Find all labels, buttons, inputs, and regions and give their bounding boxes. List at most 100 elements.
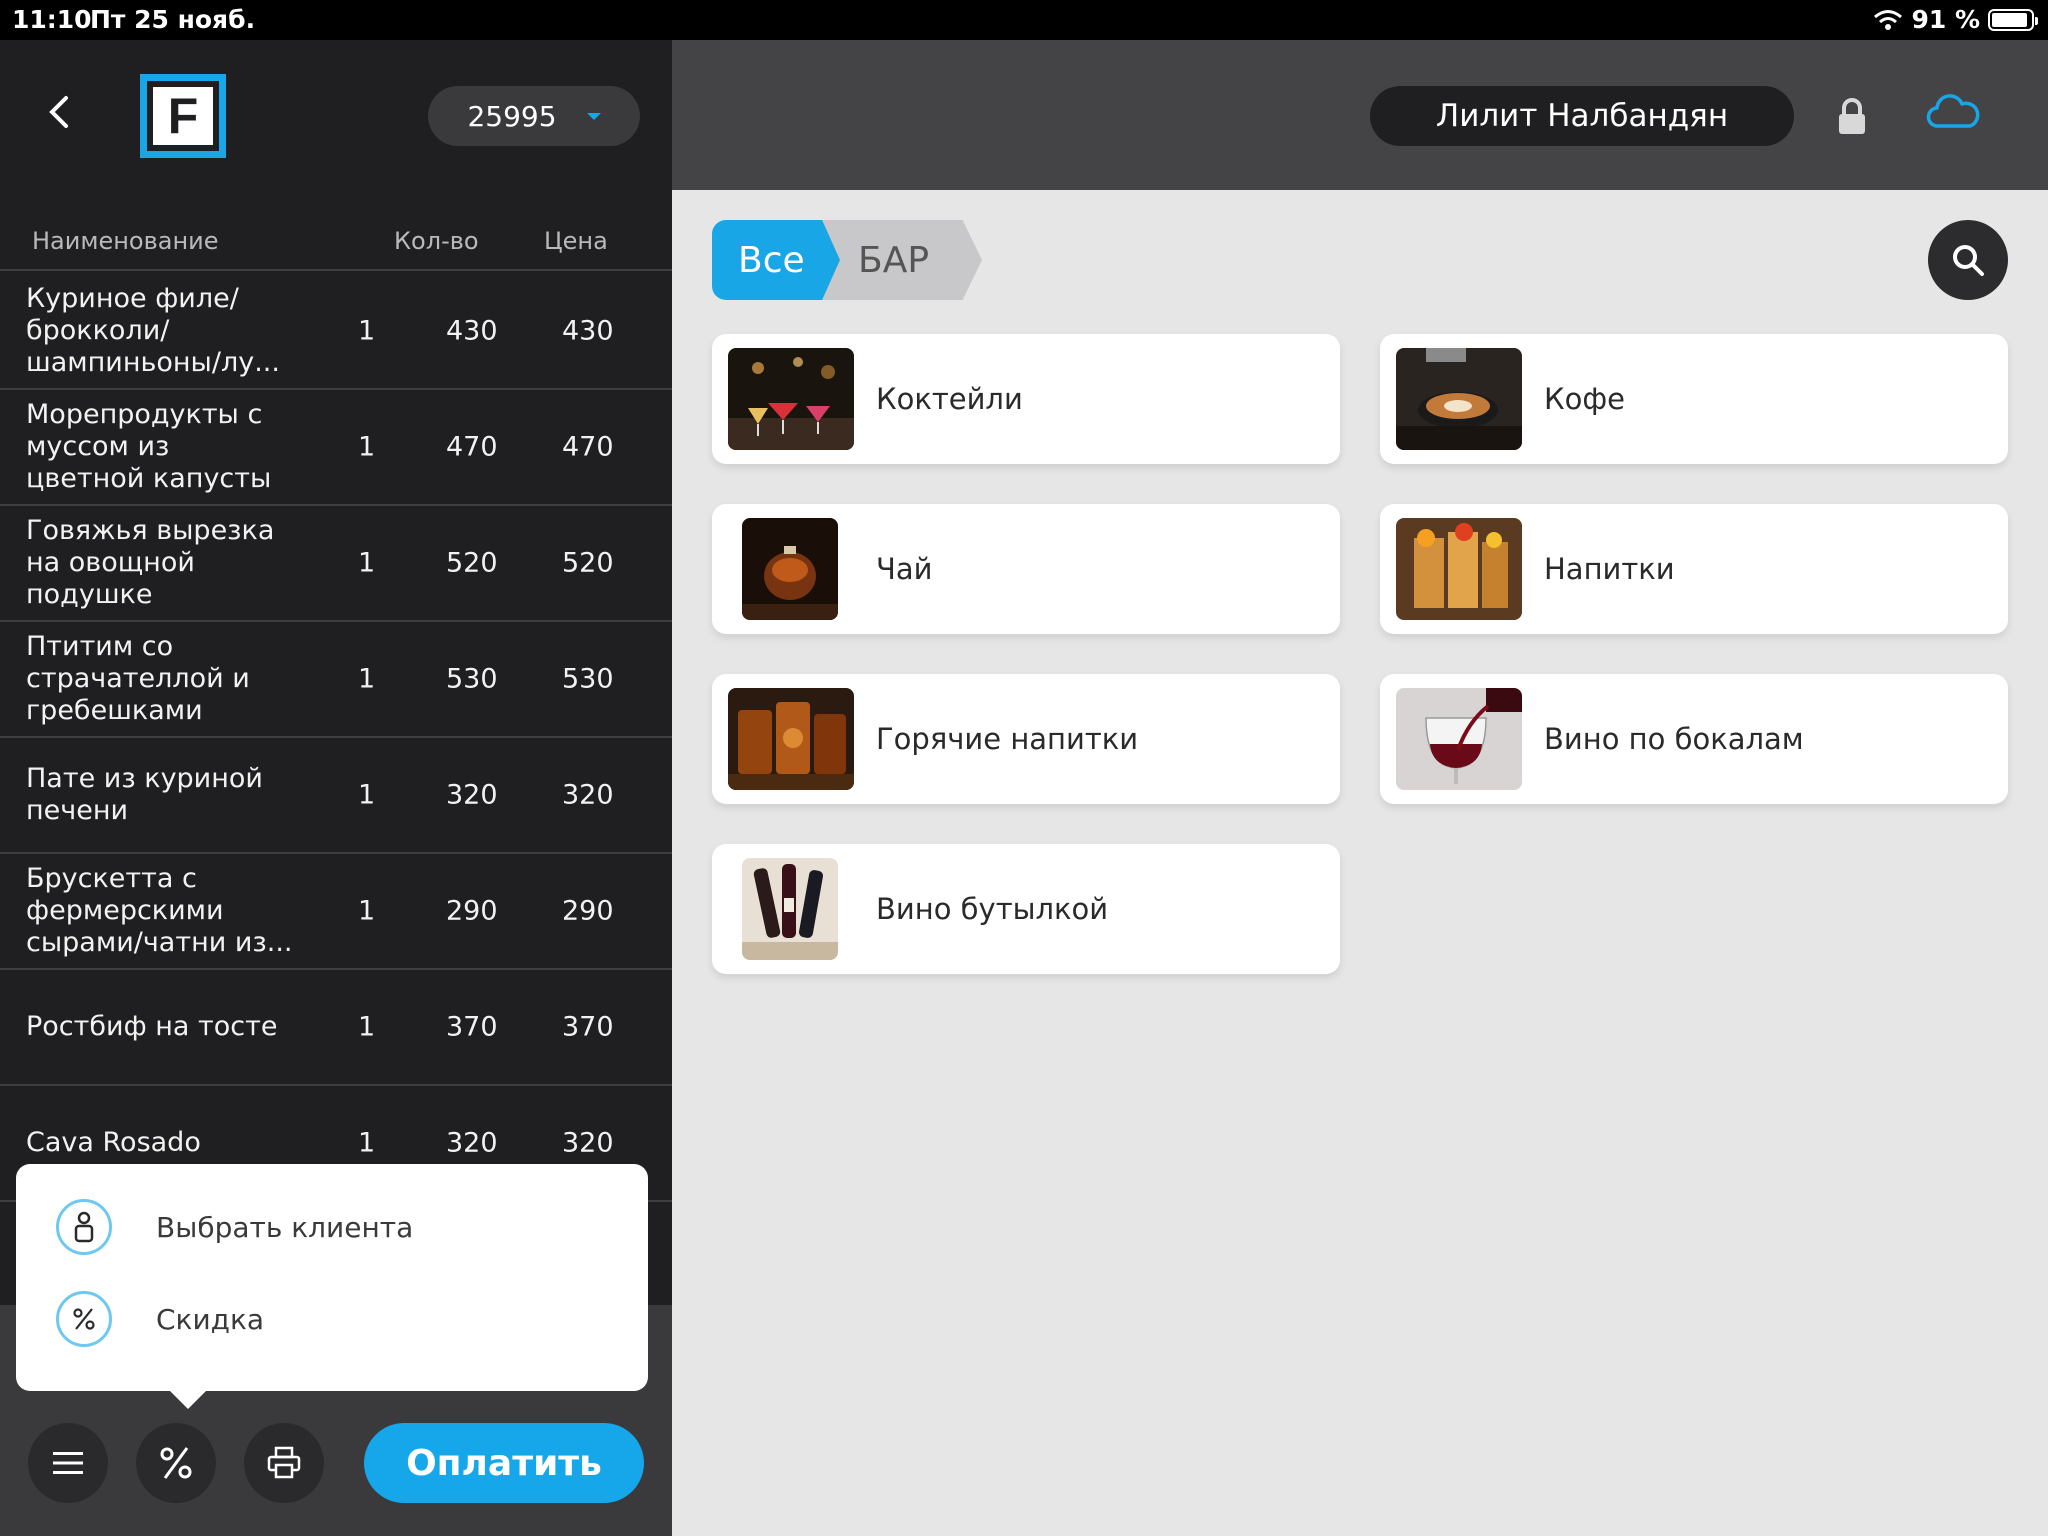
category-label: Кофе bbox=[1544, 382, 1625, 416]
item-name: Брускетта с фермерскими сырами/чатни из.… bbox=[26, 863, 293, 958]
category-label: Вино бутылкой bbox=[876, 892, 1109, 926]
table-row[interactable]: Говяжья вырезка на овощной подушке 1 520… bbox=[0, 506, 672, 622]
table-row[interactable]: Ростбиф на тосте 1 370 370 bbox=[0, 970, 672, 1086]
item-price: 320 bbox=[446, 779, 498, 811]
category-label: Напитки bbox=[1544, 552, 1675, 586]
item-sum: 430 bbox=[562, 315, 614, 347]
cocktails-image bbox=[728, 348, 854, 450]
status-time: 11:10 bbox=[12, 5, 92, 34]
lock-button[interactable] bbox=[1836, 98, 1868, 140]
search-icon bbox=[1953, 245, 1984, 276]
battery-icon bbox=[1988, 8, 2038, 31]
item-qty: 1 bbox=[358, 663, 376, 695]
item-qty: 1 bbox=[358, 547, 376, 579]
status-bar: 11:10 Пт 25 нояб. 91 % bbox=[0, 0, 2048, 40]
category-label: Горячие напитки bbox=[876, 722, 1139, 756]
category-label: Коктейли bbox=[876, 382, 1023, 416]
pay-button[interactable]: Оплатить bbox=[364, 1423, 644, 1503]
item-price: 370 bbox=[446, 1011, 498, 1043]
item-name: Птитим со страчателлой и гребешками bbox=[26, 631, 250, 726]
category-card-drinks[interactable]: Напитки bbox=[1380, 504, 2008, 634]
order-items: Куриное филе/ брокколи/ шампиньоны/лу...… bbox=[0, 274, 672, 1202]
top-bar: Лилит Налбандян bbox=[672, 40, 2048, 190]
drinks-image bbox=[1396, 518, 1522, 620]
category-card-tea[interactable]: Чай bbox=[712, 504, 1340, 634]
item-price: 520 bbox=[446, 547, 498, 579]
header-price: Цена bbox=[544, 227, 608, 255]
wine-bottle-image bbox=[742, 858, 838, 960]
sync-button[interactable] bbox=[1926, 92, 1980, 136]
order-number: 25995 bbox=[467, 99, 557, 133]
chevron-left-icon bbox=[49, 96, 68, 128]
item-qty: 1 bbox=[358, 431, 376, 463]
lock-icon bbox=[1839, 98, 1865, 134]
header-name: Наименование bbox=[32, 227, 219, 255]
item-qty: 1 bbox=[358, 315, 376, 347]
popup-item-discount[interactable]: Скидка bbox=[16, 1279, 648, 1359]
category-card-wine-by-bottle[interactable]: Вино бутылкой bbox=[712, 844, 1340, 974]
menu-button[interactable] bbox=[28, 1423, 108, 1503]
discount-menu-button[interactable] bbox=[136, 1423, 216, 1503]
item-qty: 1 bbox=[358, 1127, 376, 1159]
item-qty: 1 bbox=[358, 1011, 376, 1043]
order-number-select[interactable]: 25995 bbox=[428, 86, 640, 146]
item-name: Cava Rosado bbox=[26, 1127, 201, 1158]
item-price: 530 bbox=[446, 663, 498, 695]
search-button[interactable] bbox=[1928, 220, 2008, 300]
category-label: Чай bbox=[876, 552, 933, 586]
item-name: Куриное филе/ брокколи/ шампиньоны/лу... bbox=[26, 283, 280, 378]
wine-glass-image bbox=[1396, 688, 1522, 790]
category-card-cocktails[interactable]: Коктейли bbox=[712, 334, 1340, 464]
breadcrumb-bar[interactable]: БАР bbox=[820, 220, 982, 300]
table-row[interactable]: Морепродукты с муссом из цветной капусты… bbox=[0, 390, 672, 506]
category-label: Вино по бокалам bbox=[1544, 722, 1804, 756]
battery-level bbox=[1992, 12, 2027, 27]
category-card-hot-drinks[interactable]: Горячие напитки bbox=[712, 674, 1340, 804]
item-price: 470 bbox=[446, 431, 498, 463]
coffee-image bbox=[1396, 348, 1522, 450]
popup-item-label: Скидка bbox=[156, 1302, 265, 1336]
battery-percent: 91 % bbox=[1911, 5, 1980, 34]
table-header: Наименование Кол-во Цена bbox=[0, 215, 672, 271]
item-name: Морепродукты с муссом из цветной капусты bbox=[26, 399, 272, 494]
printer-icon bbox=[267, 1446, 301, 1479]
table-row[interactable]: Куриное филе/ брокколи/ шампиньоны/лу...… bbox=[0, 274, 672, 390]
item-sum: 290 bbox=[562, 895, 614, 927]
header-qty: Кол-во bbox=[394, 227, 479, 255]
menu-area: БАР Все Коктейли Кофе Чай Напитки Горячи… bbox=[672, 190, 2048, 1536]
print-button[interactable] bbox=[244, 1423, 324, 1503]
item-name: Ростбиф на тосте bbox=[26, 1011, 278, 1042]
item-qty: 1 bbox=[358, 895, 376, 927]
tea-image bbox=[742, 518, 838, 620]
percent-icon bbox=[160, 1447, 192, 1479]
item-sum: 530 bbox=[562, 663, 614, 695]
table-row[interactable]: Пате из куриной печени 1 320 320 bbox=[0, 738, 672, 854]
percent-icon bbox=[56, 1291, 112, 1347]
breadcrumb-all[interactable]: Все bbox=[712, 220, 840, 300]
user-icon bbox=[56, 1199, 112, 1255]
cloud-icon bbox=[1926, 94, 1980, 128]
table-row[interactable]: Птитим со страчателлой и гребешками 1 53… bbox=[0, 622, 672, 738]
item-price: 320 bbox=[446, 1127, 498, 1159]
category-card-wine-by-glass[interactable]: Вино по бокалам bbox=[1380, 674, 2008, 804]
hamburger-icon bbox=[53, 1452, 83, 1474]
popup-item-label: Выбрать клиента bbox=[156, 1210, 414, 1244]
item-sum: 370 bbox=[562, 1011, 614, 1043]
table-row[interactable]: Брускетта с фермерскими сырами/чатни из.… bbox=[0, 854, 672, 970]
item-sum: 470 bbox=[562, 431, 614, 463]
item-qty: 1 bbox=[358, 779, 376, 811]
actions-popup: Выбрать клиента Скидка bbox=[16, 1164, 648, 1409]
item-sum: 520 bbox=[562, 547, 614, 579]
back-button[interactable] bbox=[40, 92, 80, 132]
item-price: 290 bbox=[446, 895, 498, 927]
wifi-icon bbox=[1874, 9, 1903, 30]
item-price: 430 bbox=[446, 315, 498, 347]
category-card-coffee[interactable]: Кофе bbox=[1380, 334, 2008, 464]
status-right: 91 % bbox=[1873, 5, 2038, 34]
caret-down-icon bbox=[586, 112, 601, 120]
item-name: Пате из куриной печени bbox=[26, 763, 263, 826]
app-logo: F bbox=[140, 74, 226, 158]
popup-item-select-client[interactable]: Выбрать клиента bbox=[16, 1187, 648, 1267]
item-sum: 320 bbox=[562, 1127, 614, 1159]
user-name-button[interactable]: Лилит Налбандян bbox=[1370, 86, 1794, 146]
